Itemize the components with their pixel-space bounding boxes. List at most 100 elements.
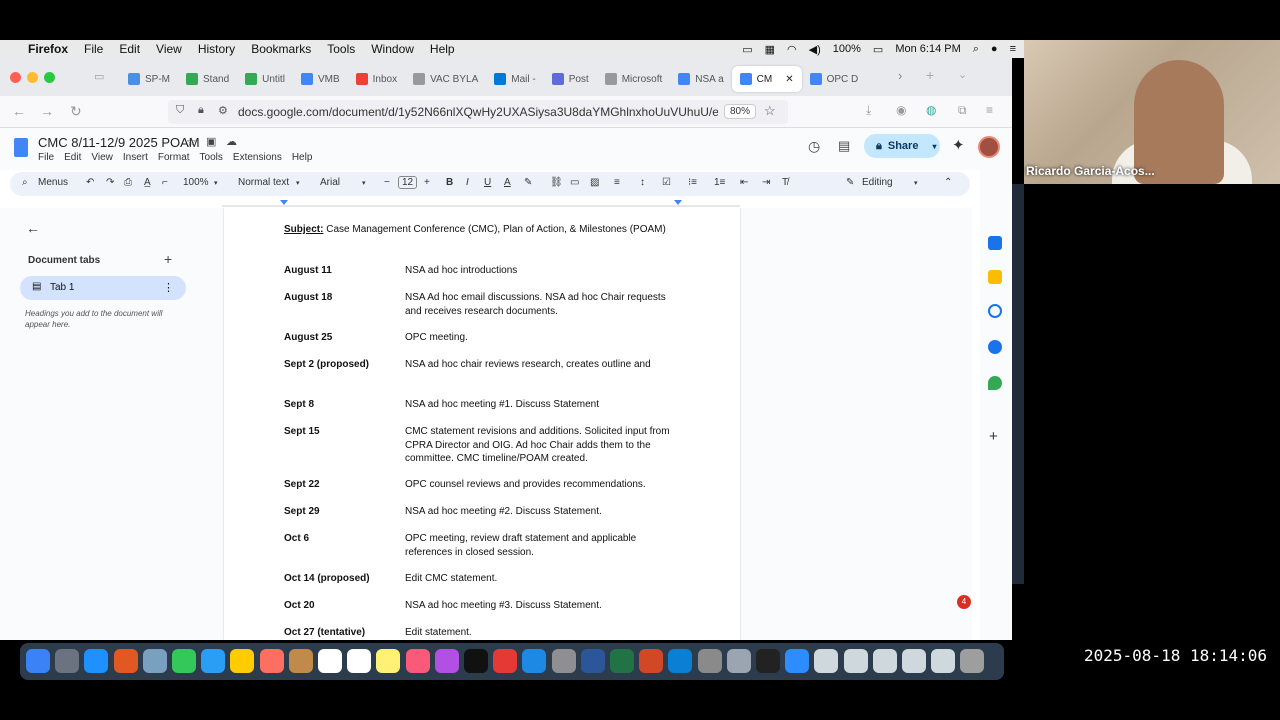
- comments-icon[interactable]: ▤: [838, 138, 850, 154]
- menu-help[interactable]: Help: [430, 42, 455, 56]
- menu-tools[interactable]: Tools: [327, 42, 355, 56]
- bold-icon[interactable]: B: [446, 177, 453, 188]
- docs-menu-file[interactable]: File: [38, 152, 54, 163]
- browser-tab[interactable]: SP-M: [120, 66, 178, 92]
- align-icon[interactable]: ≡: [614, 177, 620, 188]
- close-outline-icon[interactable]: ←: [26, 220, 40, 236]
- news-icon[interactable]: [493, 649, 518, 673]
- reminders-icon[interactable]: [347, 649, 372, 673]
- docs-menu-tools[interactable]: Tools: [200, 152, 223, 163]
- minimize-window-button[interactable]: [27, 72, 38, 83]
- siri-icon[interactable]: ●: [991, 43, 998, 55]
- zoom-window-button[interactable]: [44, 72, 55, 83]
- add-comment-icon[interactable]: ▭: [570, 177, 579, 188]
- zoom-select[interactable]: 100%: [183, 177, 209, 188]
- excel-icon[interactable]: [610, 649, 634, 673]
- battery-percent[interactable]: 100%: [833, 43, 861, 55]
- sidebar-item-tab-1[interactable]: ▤ Tab 1 ⋮: [20, 276, 186, 300]
- editing-mode-select[interactable]: Editing: [862, 177, 893, 188]
- tab-options-icon[interactable]: ⋮: [163, 281, 174, 294]
- browser-tab[interactable]: Stand: [178, 66, 237, 92]
- document-canvas[interactable]: Subject: Case Management Conference (CMC…: [222, 208, 972, 640]
- forward-icon[interactable]: →: [40, 103, 54, 119]
- zoom-dropdown-icon[interactable]: ▾: [214, 179, 218, 187]
- add-tab-icon[interactable]: +: [164, 251, 172, 267]
- calendar-icon[interactable]: [318, 649, 342, 673]
- decrease-indent-icon[interactable]: ⇤: [740, 177, 748, 188]
- redo-icon[interactable]: ↷: [106, 177, 114, 188]
- docs-menu-extensions[interactable]: Extensions: [233, 152, 282, 163]
- gemini-icon[interactable]: ✦: [952, 136, 965, 154]
- lock-icon[interactable]: 🔒︎: [198, 104, 204, 117]
- stickies-icon[interactable]: [376, 649, 401, 673]
- bookmark-star-icon[interactable]: ☆: [764, 103, 776, 119]
- numbered-list-icon[interactable]: 1≡: [714, 177, 725, 188]
- utility-icon[interactable]: [726, 649, 751, 673]
- browser-tab[interactable]: Mail -: [486, 66, 543, 92]
- bulleted-list-icon[interactable]: ⁝≡: [688, 177, 697, 188]
- browser-tab[interactable]: NSA a: [670, 66, 731, 92]
- notification-badge[interactable]: 4: [957, 595, 971, 609]
- menu-history[interactable]: History: [198, 42, 235, 56]
- font-select[interactable]: Arial: [320, 177, 340, 188]
- volume-icon[interactable]: ◀): [809, 43, 821, 56]
- docs-menu-edit[interactable]: Edit: [64, 152, 81, 163]
- reload-icon[interactable]: ↻: [70, 103, 82, 120]
- spellcheck-icon[interactable]: A̲: [144, 177, 151, 188]
- browser-tab[interactable]: VAC BYLA: [405, 66, 486, 92]
- move-folder-icon[interactable]: ▣: [206, 135, 216, 148]
- ruler[interactable]: [222, 198, 740, 208]
- font-size-decrease-icon[interactable]: −: [384, 177, 390, 188]
- browser-tab[interactable]: Microsoft: [597, 66, 671, 92]
- word-icon[interactable]: [580, 649, 605, 673]
- sidebar-toggle-icon[interactable]: ▭: [94, 70, 104, 83]
- add-addon-icon[interactable]: +: [989, 428, 998, 445]
- keep-icon[interactable]: [988, 270, 1002, 284]
- maps-icon[interactable]: [988, 376, 1002, 390]
- zoom-level-badge[interactable]: 80%: [724, 104, 757, 119]
- tab-list-icon[interactable]: ⌄: [958, 68, 967, 81]
- facetime-icon[interactable]: [172, 649, 196, 673]
- insert-image-icon[interactable]: ▨: [590, 177, 599, 188]
- menu-app-name[interactable]: Firefox: [28, 42, 68, 56]
- browser-tab[interactable]: OPC D: [802, 66, 867, 92]
- app-menu-icon[interactable]: ≡: [986, 103, 993, 117]
- browser-tab[interactable]: VMB: [293, 66, 348, 92]
- downloads-icon[interactable]: ⤓: [866, 103, 871, 118]
- line-spacing-icon[interactable]: ↕: [640, 177, 645, 188]
- star-icon[interactable]: ☆: [186, 135, 197, 149]
- font-dropdown-icon[interactable]: ▾: [362, 179, 366, 187]
- print-icon[interactable]: ⎙: [124, 177, 132, 188]
- document-icon[interactable]: [931, 649, 956, 673]
- trash-icon[interactable]: [960, 649, 985, 673]
- collapse-toolbar-icon[interactable]: ⌃: [944, 177, 952, 188]
- calendar-icon[interactable]: [988, 236, 1002, 250]
- font-size-input[interactable]: 12: [398, 176, 418, 189]
- powerpoint-icon[interactable]: [639, 649, 664, 673]
- docs-menu-format[interactable]: Format: [158, 152, 190, 163]
- browser-tab[interactable]: Untitl: [237, 66, 293, 92]
- permissions-icon[interactable]: ⚙: [218, 104, 228, 117]
- menu-bookmarks[interactable]: Bookmarks: [251, 42, 311, 56]
- terminal-icon[interactable]: [756, 649, 780, 673]
- battery-icon[interactable]: ▭: [873, 43, 883, 56]
- grammarly-icon[interactable]: ◍: [926, 103, 936, 117]
- font-size-increase-icon[interactable]: +: [424, 177, 430, 188]
- menus-search-icon[interactable]: ⌕: [22, 177, 28, 188]
- tasks-icon[interactable]: [988, 304, 1002, 318]
- highlight-icon[interactable]: ✎: [524, 177, 532, 188]
- close-tab-icon[interactable]: ✕: [785, 74, 793, 85]
- paint-format-icon[interactable]: ⌐: [162, 177, 168, 188]
- document-icon[interactable]: [843, 649, 868, 673]
- text-color-icon[interactable]: A: [504, 177, 511, 188]
- contacts-icon[interactable]: [988, 340, 1002, 354]
- undo-icon[interactable]: ↶: [86, 177, 94, 188]
- shield-icon[interactable]: ⛉: [176, 104, 184, 117]
- finder-icon[interactable]: [26, 649, 50, 673]
- account-avatar[interactable]: [978, 136, 1000, 158]
- docs-menu-view[interactable]: View: [91, 152, 113, 163]
- url-bar[interactable]: ⛉ 🔒︎ ⚙ docs.google.com/document/d/1y52N6…: [168, 100, 788, 124]
- tabs-scroll-right-icon[interactable]: ›: [898, 68, 902, 83]
- style-dropdown-icon[interactable]: ▾: [296, 179, 300, 187]
- style-select[interactable]: Normal text: [238, 177, 289, 188]
